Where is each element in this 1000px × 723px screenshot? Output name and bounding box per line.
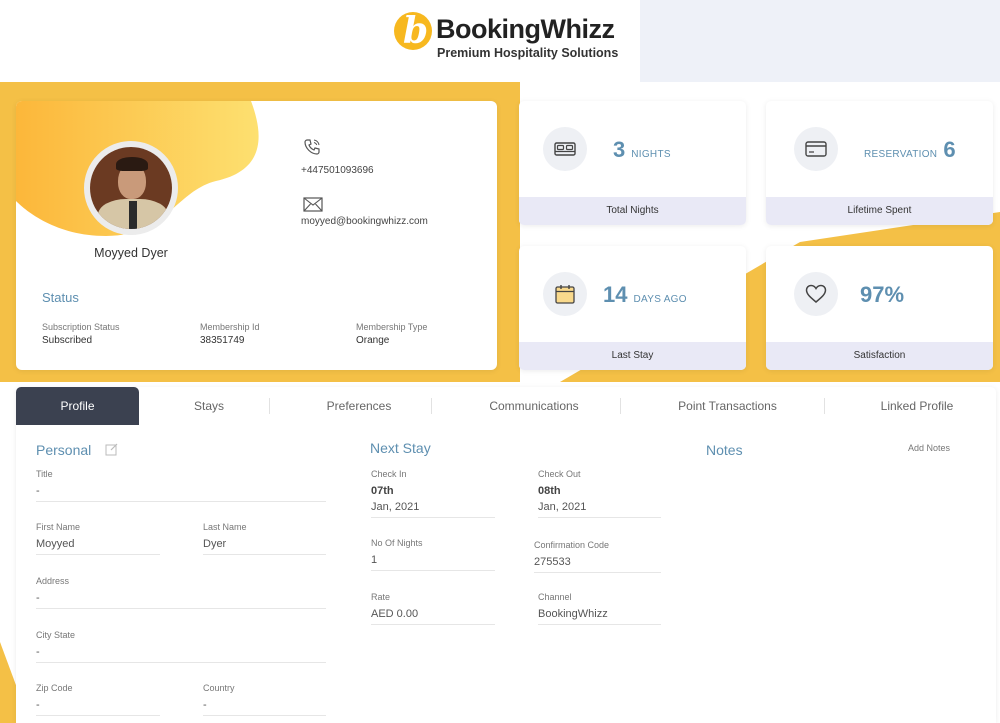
satisfaction-value: 97% [860, 282, 905, 307]
profile-card: Moyyed Dyer +447501093696 moyyed@booking… [16, 101, 497, 370]
tab-separator [824, 398, 825, 414]
profile-name: Moyyed Dyer [94, 246, 168, 260]
tab-communications[interactable]: Communications [436, 387, 632, 425]
tab-bar: Profile Stays Preferences Communications… [16, 387, 996, 425]
heart-icon [794, 272, 838, 316]
stat-card-satisfaction[interactable]: 97% Satisfaction [766, 246, 993, 370]
tab-stays[interactable]: Stays [139, 387, 279, 425]
next-stay-title: Next Stay [370, 440, 431, 456]
stat-card-total-nights[interactable]: 3 NIGHTS Total Nights [519, 101, 746, 225]
subscription-status: Subscription Status Subscribed [42, 322, 120, 346]
logo-mark-icon: b [394, 10, 432, 52]
total-nights-label: Total Nights [519, 197, 746, 225]
mail-icon [303, 197, 323, 212]
tab-point-transactions[interactable]: Point Transactions [625, 387, 830, 425]
lifetime-spent-label: Lifetime Spent [766, 197, 993, 225]
field-title[interactable]: Title - [36, 469, 326, 502]
membership-type: Membership Type Orange [356, 322, 428, 346]
personal-title: Personal [36, 442, 92, 458]
calendar-icon [543, 272, 587, 316]
tab-separator [431, 398, 432, 414]
field-confirmation-code: Confirmation Code 275533 [534, 540, 661, 573]
brand-logo[interactable]: b BookingWhizz Premium Hospitality Solut… [394, 10, 624, 66]
logo-name: BookingWhizz [436, 14, 615, 44]
field-check-in: Check In 07th Jan, 2021 [371, 469, 495, 518]
credit-card-icon [794, 127, 838, 171]
total-nights-value: 3 NIGHTS [613, 137, 671, 162]
last-stay-value: 14 DAYS AGO [603, 282, 687, 307]
field-address[interactable]: Address - [36, 576, 326, 609]
logo-tagline: Premium Hospitality Solutions [437, 46, 619, 60]
profile-detail-panel: Profile Stays Preferences Communications… [16, 387, 996, 723]
field-check-out: Check Out 08th Jan, 2021 [538, 469, 661, 518]
field-zip-code[interactable]: Zip Code - [36, 683, 160, 716]
tab-preferences[interactable]: Preferences [274, 387, 444, 425]
notes-title: Notes [706, 442, 743, 458]
edit-icon[interactable] [105, 443, 118, 456]
phone-number[interactable]: +447501093696 [301, 165, 374, 176]
tab-separator [620, 398, 621, 414]
satisfaction-label: Satisfaction [766, 342, 993, 370]
field-city-state[interactable]: City State - [36, 630, 326, 663]
field-number-of-nights: No Of Nights 1 [371, 538, 495, 571]
add-notes-link[interactable]: Add Notes [908, 443, 950, 453]
tab-profile[interactable]: Profile [16, 387, 139, 425]
last-stay-label: Last Stay [519, 342, 746, 370]
field-last-name[interactable]: Last Name Dyer [203, 522, 326, 555]
field-channel: Channel BookingWhizz [538, 592, 661, 625]
membership-id: Membership Id 38351749 [200, 322, 260, 346]
field-rate: Rate AED 0.00 [371, 592, 495, 625]
stat-card-lifetime-spent[interactable]: RESERVATION 6 Lifetime Spent [766, 101, 993, 225]
field-first-name[interactable]: First Name Moyyed [36, 522, 160, 555]
avatar[interactable] [84, 141, 178, 235]
bed-icon [543, 127, 587, 171]
email-address[interactable]: moyyed@bookingwhizz.com [301, 216, 428, 227]
status-title: Status [42, 290, 79, 305]
phone-icon [304, 139, 320, 155]
tab-separator [269, 398, 270, 414]
field-country[interactable]: Country - [203, 683, 326, 716]
lifetime-spent-value: RESERVATION 6 [864, 137, 956, 162]
tab-linked-profile[interactable]: Linked Profile [829, 387, 1000, 425]
stat-card-last-stay[interactable]: 14 DAYS AGO Last Stay [519, 246, 746, 370]
header-background [640, 0, 1000, 82]
